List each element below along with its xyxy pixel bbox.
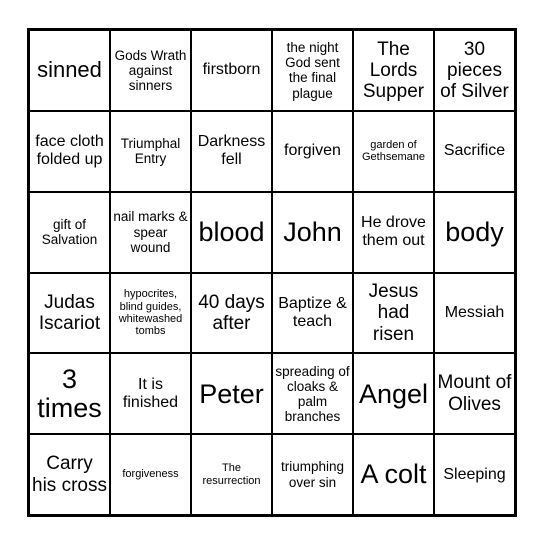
- bingo-cell-text: spreading of cloaks & palm branches: [275, 363, 350, 424]
- bingo-cell[interactable]: hypocrites, blind guides, whitewashed to…: [110, 272, 191, 354]
- bingo-cell[interactable]: It is finished: [110, 353, 191, 435]
- bingo-cell[interactable]: Sacrifice: [434, 110, 515, 192]
- bingo-cell[interactable]: firstborn: [191, 30, 272, 111]
- bingo-cell-text: Gods Wrath against sinners: [114, 47, 187, 93]
- bingo-cell[interactable]: The Lords Supper: [353, 30, 434, 111]
- bingo-cell-text: Sleeping: [443, 465, 506, 483]
- bingo-cell[interactable]: Mount of Olives: [434, 353, 515, 435]
- bingo-cell-text: forgiven: [284, 142, 341, 160]
- bingo-cell[interactable]: Darkness fell: [191, 110, 272, 192]
- bingo-cell[interactable]: face cloth folded up: [29, 110, 110, 192]
- bingo-cell-text: A colt: [360, 459, 427, 490]
- bingo-cell[interactable]: gift of Salvation: [29, 191, 110, 273]
- bingo-cell[interactable]: triumphing over sin: [272, 434, 353, 515]
- bingo-cell[interactable]: Baptize & teach: [272, 272, 353, 354]
- bingo-cell-text: face cloth folded up: [35, 133, 104, 169]
- bingo-cell-text: The resurrection: [202, 462, 261, 487]
- bingo-cell[interactable]: Triumphal Entry: [110, 110, 191, 192]
- bingo-cell-text: Darkness fell: [197, 133, 266, 169]
- bingo-cell[interactable]: A colt: [353, 434, 434, 515]
- bingo-cell[interactable]: garden of Gethsemane: [353, 110, 434, 192]
- bingo-cell-text: John: [283, 216, 342, 247]
- bingo-cell[interactable]: sinned: [29, 30, 110, 111]
- bingo-cell[interactable]: Peter: [191, 353, 272, 435]
- bingo-cell[interactable]: Gods Wrath against sinners: [110, 30, 191, 111]
- bingo-cell-text: Peter: [199, 378, 264, 409]
- bingo-cell-text: gift of Salvation: [41, 216, 98, 248]
- bingo-cell-text: forgiveness: [122, 468, 179, 481]
- bingo-cell-text: body: [445, 216, 504, 247]
- bingo-cell[interactable]: 40 days after: [191, 272, 272, 354]
- bingo-cell[interactable]: Judas Iscariot: [29, 272, 110, 354]
- bingo-cell[interactable]: nail marks & spear wound: [110, 191, 191, 273]
- bingo-cell[interactable]: The resurrection: [191, 434, 272, 515]
- bingo-cell-text: Mount of Olives: [437, 372, 512, 415]
- bingo-cell[interactable]: forgiven: [272, 110, 353, 192]
- bingo-cell-text: Baptize & teach: [278, 295, 347, 330]
- bingo-cell[interactable]: the night God sent the final plague: [272, 30, 353, 111]
- bingo-cell[interactable]: spreading of cloaks & palm branches: [272, 353, 353, 435]
- bingo-cell[interactable]: body: [434, 191, 515, 273]
- bingo-cell-text: Judas Iscariot: [38, 291, 101, 334]
- bingo-cell-text: blood: [198, 216, 265, 247]
- bingo-cell-text: the night God sent the final plague: [285, 40, 340, 101]
- bingo-cell-text: firstborn: [202, 61, 261, 79]
- bingo-cell[interactable]: Carry his cross: [29, 434, 110, 515]
- bingo-cell-text: The Lords Supper: [362, 38, 425, 103]
- bingo-cell-text: hypocrites, blind guides, whitewashed to…: [118, 288, 183, 338]
- bingo-cell[interactable]: Sleeping: [434, 434, 515, 515]
- bingo-cell[interactable]: Angel: [353, 353, 434, 435]
- bingo-cell-text: triumphing over sin: [280, 459, 345, 490]
- bingo-cell[interactable]: Jesus had risen: [353, 272, 434, 354]
- bingo-cell-text: Angel: [358, 378, 429, 409]
- bingo-cell[interactable]: 30 pieces of Silver: [434, 30, 515, 111]
- bingo-cell-text: nail marks & spear wound: [113, 209, 188, 255]
- bingo-cell[interactable]: 3 times: [29, 353, 110, 435]
- bingo-cell[interactable]: Messiah: [434, 272, 515, 354]
- bingo-cell-text: Sacrifice: [443, 142, 506, 160]
- bingo-cell-text: 40 days after: [198, 291, 265, 334]
- bingo-cell-text: 3 times: [37, 364, 102, 423]
- bingo-cell-text: He drove them out: [361, 214, 426, 250]
- bingo-cell-text: Jesus had risen: [368, 281, 419, 345]
- bingo-cell-text: Carry his cross: [32, 453, 107, 496]
- bingo-cell-text: garden of Gethsemane: [362, 138, 425, 164]
- bingo-cell[interactable]: blood: [191, 191, 272, 273]
- bingo-cell-text: 30 pieces of Silver: [440, 38, 509, 103]
- bingo-cell-text: Messiah: [444, 303, 505, 321]
- bingo-cell[interactable]: forgiveness: [110, 434, 191, 515]
- bingo-board: sinned Gods Wrath against sinners firstbor…: [27, 28, 517, 517]
- bingo-cell[interactable]: John: [272, 191, 353, 273]
- bingo-cell-text: sinned: [37, 57, 102, 83]
- bingo-cell[interactable]: He drove them out: [353, 191, 434, 273]
- bingo-cell-text: It is finished: [122, 375, 179, 411]
- bingo-cell-text: Triumphal Entry: [120, 136, 181, 167]
